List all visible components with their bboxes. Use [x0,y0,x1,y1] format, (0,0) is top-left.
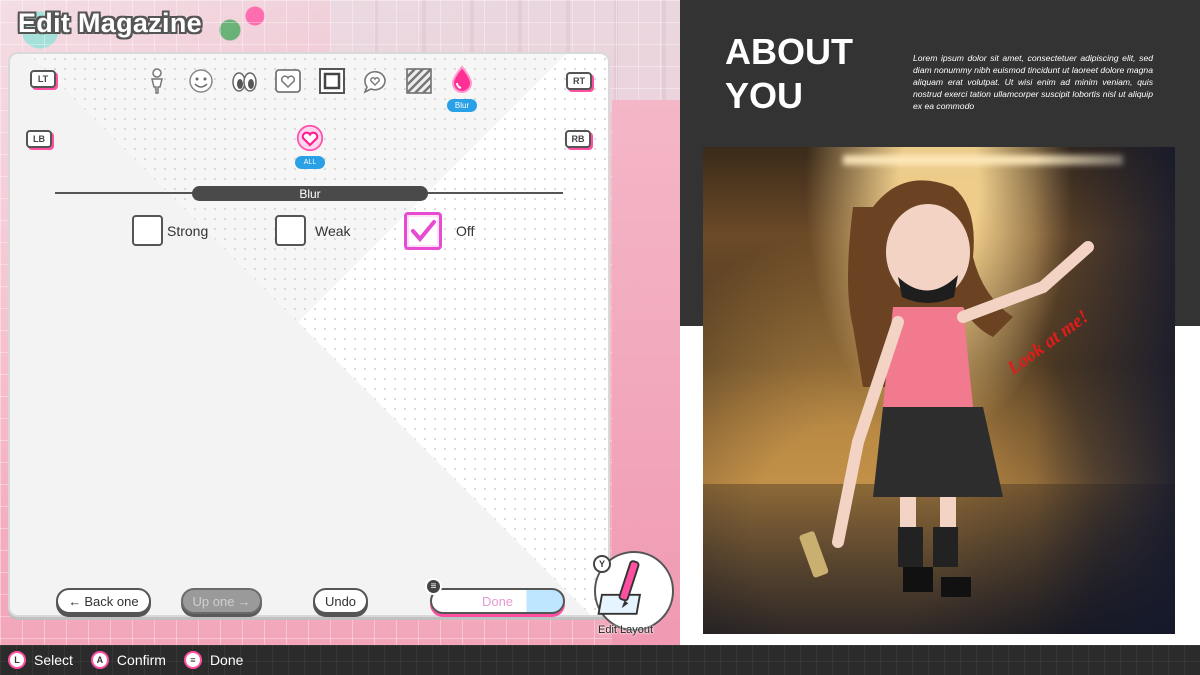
selected-category-tag: Blur [447,99,477,112]
l-stick-glyph: L [8,651,26,669]
page-title: Edit Magazine [18,8,202,38]
hint-done: ≡ Done [183,651,244,669]
done-button[interactable]: Done [430,588,565,614]
lb-button[interactable]: LB [26,130,52,148]
speech-heart-icon[interactable] [360,64,390,98]
magazine-body-text: Lorem ipsum dolor sit amet, consectetuer… [913,53,1153,111]
undo-button[interactable]: Undo [313,588,368,614]
strong-label: Strong [167,223,209,239]
rt-button[interactable]: RT [566,72,592,90]
subcategory-tag: ALL [295,156,325,169]
controls-hint-bar: L Select A Confirm ≡ Done [0,645,1200,675]
menu-glyph: ≡ [183,651,202,669]
avatar-figure [799,180,1094,597]
hint-select-label: Select [34,652,73,668]
off-checkbox[interactable] [404,212,442,250]
rb-button[interactable]: RB [565,130,591,148]
back-one-button[interactable]: ← Back one [56,588,151,614]
arrow-left-icon: ← [68,593,82,609]
hint-confirm: A Confirm [90,651,166,669]
weak-checkbox[interactable] [275,215,306,246]
magazine-heading: ABOUT YOU [725,31,853,116]
magazine-photo [703,147,1175,634]
eyes-icon[interactable] [229,64,259,98]
hint-confirm-label: Confirm [116,652,166,668]
figure-icon[interactable] [142,64,172,98]
arrow-right-icon: → [237,593,251,609]
checkmark-icon [411,220,436,243]
a-button-glyph: A [90,651,109,669]
strong-checkbox[interactable] [132,215,163,246]
weak-label: Weak [315,223,351,239]
square-frame-icon[interactable] [317,64,347,98]
smile-icon[interactable] [186,64,216,98]
y-button-glyph: Y [593,555,611,573]
hint-done-label: Done [209,652,244,668]
section-label: Blur [192,186,428,201]
drop-icon[interactable] [447,62,477,96]
off-label: Off [456,223,475,239]
heart-all-icon[interactable] [294,122,326,154]
hint-select: L Select [8,651,73,669]
menu-button-glyph: ≡ [425,578,442,595]
lt-button[interactable]: LT [30,70,56,88]
up-one-button[interactable]: Up one → [181,588,262,614]
up-one-label: Up one [192,593,235,609]
stripes-icon[interactable] [404,64,434,98]
back-one-label: Back one [84,593,139,609]
heart-frame-icon[interactable] [273,64,303,98]
edit-layout-label: Edit Layout [598,624,654,636]
magazine-preview: ABOUT YOU Lorem ipsum dolor sit amet, co… [680,0,1200,645]
